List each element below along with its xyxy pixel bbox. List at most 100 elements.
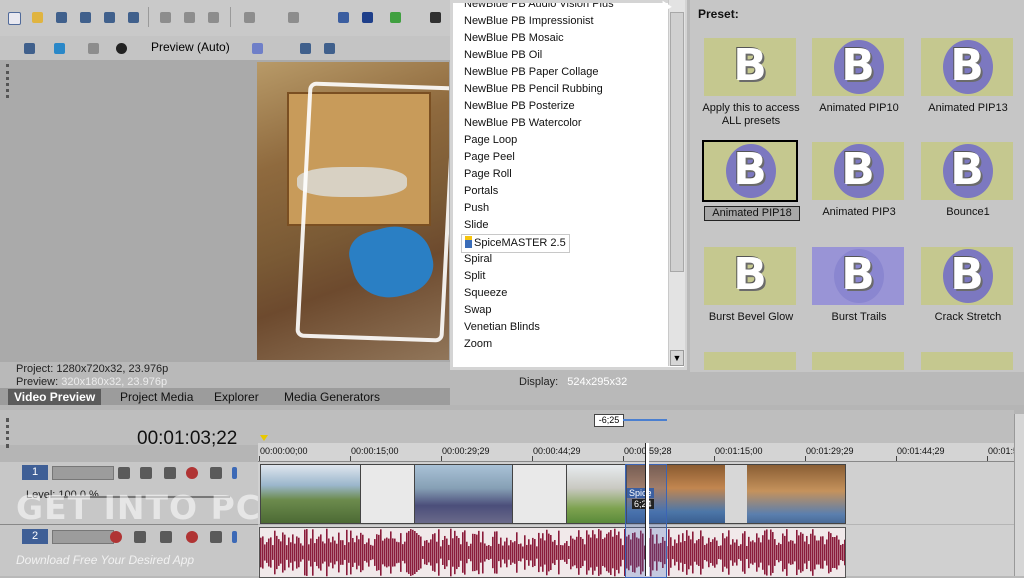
video-clip[interactable] (260, 464, 362, 524)
preview-quality-icon[interactable] (112, 39, 132, 59)
properties-icon[interactable] (124, 8, 144, 28)
track-fx-icon[interactable] (160, 531, 172, 543)
waveform-sample (292, 534, 294, 571)
track-automation-icon[interactable] (186, 531, 198, 543)
playhead[interactable] (645, 443, 649, 576)
transition-list-item[interactable]: Zoom (464, 336, 492, 353)
overlays-grid-icon[interactable] (248, 39, 268, 59)
tab-project-media[interactable]: Project Media (114, 389, 199, 405)
copy-icon[interactable] (180, 8, 200, 28)
transition-list-item[interactable]: NewBlue PB Mosaic (464, 30, 564, 47)
waveform-sample (364, 544, 366, 561)
video-clip[interactable] (566, 464, 628, 524)
arm-record-icon[interactable] (110, 531, 122, 543)
video-clip-gap[interactable] (360, 464, 416, 524)
transition-list-item[interactable]: Swap (464, 302, 492, 319)
mute-icon[interactable] (210, 531, 222, 543)
ruler-label: 00:00:29;29 (442, 446, 490, 456)
preview-quality-dropdown[interactable]: Preview (Auto) (151, 40, 230, 54)
transition-list-item[interactable]: Slide (464, 217, 488, 234)
preset-item[interactable] (915, 346, 1021, 370)
save-snapshot-icon[interactable] (320, 39, 340, 59)
transition-list-item[interactable]: NewBlue PB Posterize (464, 98, 575, 115)
transition-list-item[interactable]: Push (464, 200, 489, 217)
transition-list-item[interactable]: Split (464, 268, 485, 285)
waveform-sample (282, 532, 284, 573)
tab-explorer[interactable]: Explorer (208, 389, 265, 405)
ruler-label: 00:00:44;29 (533, 446, 581, 456)
tab-media-generators[interactable]: Media Generators (278, 389, 386, 405)
video-clip[interactable] (414, 464, 514, 524)
transition-list-item[interactable]: Portals (464, 183, 498, 200)
track-record-icon[interactable] (186, 467, 198, 479)
waveform-sample (374, 539, 376, 566)
waveform-sample (764, 530, 766, 575)
audio-clip[interactable] (259, 527, 846, 578)
external-monitor-icon[interactable] (50, 39, 70, 59)
split-screen-icon[interactable] (84, 39, 104, 59)
scroll-down-arrow-icon[interactable]: ▼ (670, 350, 684, 366)
transition-list-item[interactable]: Page Loop (464, 132, 517, 149)
track-name-field[interactable] (52, 530, 114, 544)
transition-list-item[interactable]: Page Peel (464, 149, 515, 166)
preset-item[interactable]: B Animated PIP10 (806, 32, 912, 134)
loop-region-marker[interactable]: -6;25 (594, 414, 624, 427)
phase-invert-icon[interactable] (134, 531, 146, 543)
transition-list-item[interactable]: Venetian Blinds (464, 319, 540, 336)
preset-item[interactable]: B Crack Stretch (915, 241, 1021, 343)
preset-item[interactable]: B Animated PIP13 (915, 32, 1021, 134)
preset-item[interactable] (806, 346, 912, 370)
transition-list-item[interactable]: Spiral (464, 251, 492, 268)
waveform-sample (834, 537, 836, 568)
envelope-tool-icon[interactable] (358, 8, 378, 28)
video-clip-gap[interactable] (512, 464, 568, 524)
waveform-sample (444, 535, 446, 570)
solo-icon[interactable] (232, 467, 237, 479)
transition-list-item[interactable]: NewBlue PB Impressionist (464, 13, 594, 30)
timeline-grip[interactable] (6, 418, 12, 448)
snapping-icon[interactable] (426, 8, 446, 28)
panel-grip[interactable] (6, 64, 12, 98)
track-motion-icon[interactable] (118, 467, 130, 479)
preset-item[interactable]: B Burst Bevel Glow (698, 241, 804, 343)
timeline-vertical-scrollbar[interactable] (1014, 414, 1024, 576)
preset-item[interactable]: B Apply this to access ALL presets (698, 32, 804, 134)
track-compositing-icon[interactable] (164, 467, 176, 479)
video-fx-icon[interactable] (20, 39, 40, 59)
preset-item[interactable]: B Bounce1 (915, 136, 1021, 238)
save-icon[interactable] (52, 8, 72, 28)
transition-list-item[interactable]: NewBlue PB Paper Collage (464, 64, 599, 81)
tab-video-preview[interactable]: Video Preview (8, 389, 102, 405)
solo-icon[interactable] (232, 531, 237, 543)
redo-icon[interactable] (284, 8, 304, 28)
mute-icon[interactable] (210, 467, 222, 479)
preset-item[interactable]: B Animated PIP3 (806, 136, 912, 238)
waveform-sample (754, 542, 756, 563)
save-as-icon[interactable] (76, 8, 96, 28)
transition-list-item[interactable]: Squeeze (464, 285, 507, 302)
preset-item[interactable]: B Animated PIP18 (698, 136, 804, 238)
open-folder-icon[interactable] (28, 8, 48, 28)
preset-item[interactable]: B Burst Trails (806, 241, 912, 343)
new-file-icon[interactable] (4, 8, 24, 28)
transition-list-item[interactable]: NewBlue PB Watercolor (464, 115, 582, 132)
list-scroll-thumb[interactable] (670, 12, 684, 272)
copy-snapshot-icon[interactable] (296, 39, 316, 59)
render-icon[interactable] (100, 8, 120, 28)
cursor-marker-icon[interactable] (260, 435, 268, 441)
cut-icon[interactable] (156, 8, 176, 28)
track-fx-icon[interactable] (140, 467, 152, 479)
preset-item[interactable] (698, 346, 804, 370)
paste-icon[interactable] (204, 8, 224, 28)
transition-list-item[interactable]: NewBlue PB Audio Vision Plus (464, 3, 614, 13)
undo-icon[interactable] (240, 8, 260, 28)
normal-edit-tool-icon[interactable] (334, 8, 354, 28)
preview-label: Preview: (16, 376, 59, 388)
selection-tool-icon[interactable] (386, 8, 406, 28)
track-name-field[interactable] (52, 466, 114, 480)
loop-region-bar[interactable] (623, 419, 667, 421)
transition-list-item[interactable]: NewBlue PB Oil (464, 47, 542, 64)
transition-list-item[interactable]: NewBlue PB Pencil Rubbing (464, 81, 603, 98)
timecode-display: 00:01:03;22 (137, 428, 238, 449)
transition-list-item[interactable]: Page Roll (464, 166, 512, 183)
